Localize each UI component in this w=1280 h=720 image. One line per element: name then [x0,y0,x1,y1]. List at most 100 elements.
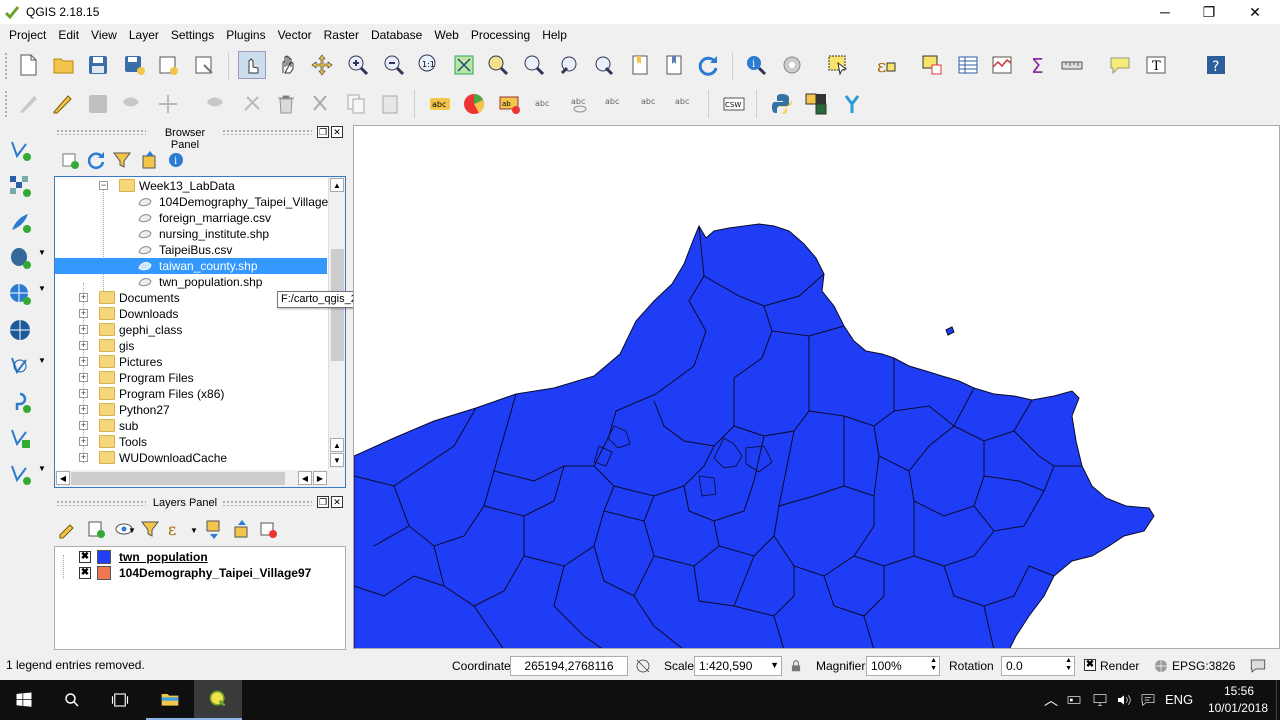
composer-manager-icon[interactable] [190,51,218,79]
move-feature-icon[interactable] [154,90,182,118]
add-wms-layer-icon[interactable] [6,280,34,308]
windows-start-icon[interactable] [0,680,48,720]
remove-layer-icon[interactable] [254,515,282,543]
open-layer-styling-icon[interactable] [54,515,82,543]
layer-row-twn-population[interactable]: ✖ twn_population [55,549,345,565]
menu-processing[interactable]: Processing [465,24,536,46]
tree-item-folder[interactable]: + sub [55,418,327,434]
layer-visibility-checkbox[interactable]: ✖ [79,567,91,579]
tree-item-folder[interactable]: + WUDownloadCache [55,450,327,466]
zoom-out-icon[interactable] [380,51,408,79]
tree-item-folder[interactable]: + gephi_class [55,322,327,338]
horizontal-scrollbar[interactable]: ◀ ◀ ▶ [55,470,345,487]
tree-item-folder[interactable]: + Python27 [55,402,327,418]
expand-icon[interactable]: + [79,389,88,398]
pan-map-icon[interactable] [274,51,302,79]
select-features-icon[interactable] [824,51,852,79]
scroll-up-icon[interactable]: ▲ [330,178,344,192]
scale-field[interactable]: 1:420,590 ▼ [694,656,782,676]
panel-grip[interactable] [56,129,146,135]
expand-icon[interactable]: + [79,357,88,366]
add-postgis-layer-icon[interactable] [6,244,34,272]
cut-features-icon[interactable] [306,90,334,118]
zoom-last-icon[interactable] [556,51,584,79]
panel-grip[interactable] [222,129,312,135]
layer-labeling-icon[interactable]: abc [426,90,454,118]
vertical-scrollbar[interactable]: ▲ ▲ ▼ [328,177,345,469]
tree-item-layer[interactable]: twn_population.shp [55,274,327,290]
task-view-icon[interactable] [96,680,144,720]
tree-item-layer[interactable]: foreign_marriage.csv [55,210,327,226]
filter-browser-icon[interactable] [108,146,136,174]
tree-item-layer-selected[interactable]: taiwan_county.shp [55,258,327,274]
add-feature-icon[interactable] [118,90,146,118]
change-label-icon[interactable]: abc [670,90,698,118]
toolbar-grip[interactable] [4,90,8,118]
add-wcs-layer-icon[interactable] [6,316,34,344]
panel-grip[interactable] [222,500,312,506]
spinner-icon[interactable]: ▲ ▼ [930,657,937,673]
move-label-icon[interactable]: abc [600,90,628,118]
expand-icon[interactable]: + [79,437,88,446]
add-group-icon[interactable] [82,515,110,543]
add-wfs-layer-icon[interactable] [6,352,34,380]
coordinate-field[interactable]: 265194,2768116 [510,656,628,676]
chevron-down-icon[interactable]: ▼ [38,464,46,473]
scroll-up-icon[interactable]: ▲ [330,438,344,452]
expand-icon[interactable]: + [79,325,88,334]
chevron-down-icon[interactable]: ▼ [38,248,46,257]
save-as-icon[interactable] [120,51,148,79]
identify-features-icon[interactable]: i [742,51,770,79]
filter-by-expression-icon[interactable]: ε [162,515,190,543]
tree-item-folder[interactable]: + Tools [55,434,327,450]
chevron-down-icon[interactable]: ▼ [38,356,46,365]
messages-icon[interactable] [1246,653,1270,679]
tree-item-layer[interactable]: 104Demography_Taipei_Village97.sh [55,194,345,210]
statistical-summary-icon[interactable]: Σ [1024,51,1052,79]
info-icon[interactable]: i [162,146,190,174]
volume-icon[interactable] [1112,680,1136,720]
run-feature-action-icon[interactable] [778,51,806,79]
node-tool-icon[interactable] [202,90,230,118]
menu-layer[interactable]: Layer [123,24,165,46]
minimize-button[interactable]: ─ [1142,0,1188,24]
monitor-icon[interactable] [1088,680,1112,720]
current-edits-icon[interactable] [14,90,42,118]
menu-raster[interactable]: Raster [318,24,365,46]
rotation-field[interactable]: 0.0 ▲ ▼ [1001,656,1075,676]
zoom-to-layer-icon[interactable] [520,51,548,79]
python-console-icon[interactable] [768,90,796,118]
lock-icon[interactable] [786,653,806,679]
qgis-taskbar-icon[interactable] [194,680,242,720]
show-desktop-button[interactable] [1276,680,1280,720]
expand-icon[interactable]: + [79,453,88,462]
collapse-icon[interactable]: − [99,181,108,190]
trash-icon[interactable] [272,90,300,118]
menu-help[interactable]: Help [536,24,573,46]
tree-item-folder[interactable]: + Downloads [55,306,327,322]
close-panel-icon[interactable]: ✕ [331,496,343,508]
chevron-down-icon[interactable]: ▼ [190,526,198,535]
measure-line-icon[interactable] [1058,51,1086,79]
deselect-features-icon[interactable] [918,51,946,79]
toolbar-grip[interactable] [4,52,8,80]
map-tips-icon[interactable] [1106,51,1134,79]
tree-item-week13-labdata[interactable]: − Week13_LabData [55,178,327,194]
scroll-left-icon[interactable]: ◀ [56,471,70,485]
scroll-right-icon[interactable]: ▶ [313,471,327,485]
add-spatialite-layer-icon[interactable] [6,208,34,236]
network-icon[interactable] [1062,680,1086,720]
save-project-icon[interactable] [84,51,112,79]
scroll-down-icon[interactable]: ▼ [330,453,344,467]
file-explorer-icon[interactable] [146,680,194,720]
crs-label[interactable]: EPSG:3826 [1172,659,1235,673]
expand-icon[interactable]: + [79,293,88,302]
expand-icon[interactable]: + [79,309,88,318]
filter-legend-icon[interactable] [136,515,164,543]
add-delimited-text-icon[interactable] [6,388,34,416]
menu-view[interactable]: View [85,24,123,46]
delete-selected-icon[interactable] [238,90,266,118]
clock-date[interactable]: 10/01/2018 [1200,701,1268,715]
show-hidden-icons-icon[interactable]: ︿ [1044,690,1058,710]
chevron-down-icon[interactable]: ▼ [38,284,46,293]
